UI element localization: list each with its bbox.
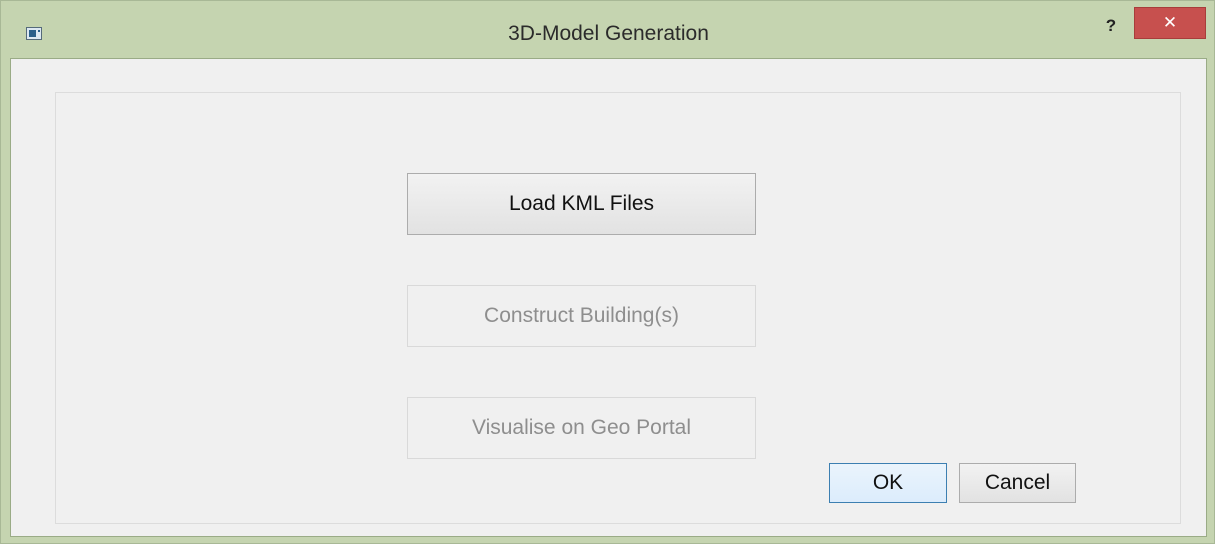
ok-button[interactable]: OK: [829, 463, 947, 503]
load-kml-files-button[interactable]: Load KML Files: [407, 173, 756, 235]
close-button[interactable]: ✕: [1134, 7, 1206, 39]
window-title: 3D-Model Generation: [508, 22, 709, 45]
visualise-geo-portal-button[interactable]: Visualise on Geo Portal: [407, 397, 756, 459]
dialog-window: 3D-Model Generation ? ✕ Load KML Files C…: [0, 0, 1215, 544]
dialog-body: Load KML Files Construct Building(s) Vis…: [10, 58, 1207, 537]
construct-buildings-button[interactable]: Construct Building(s): [407, 285, 756, 347]
help-button[interactable]: ?: [1096, 11, 1126, 41]
title-bar[interactable]: 3D-Model Generation ? ✕: [1, 1, 1215, 58]
cancel-button[interactable]: Cancel: [959, 463, 1076, 503]
close-icon: ✕: [1162, 13, 1178, 32]
